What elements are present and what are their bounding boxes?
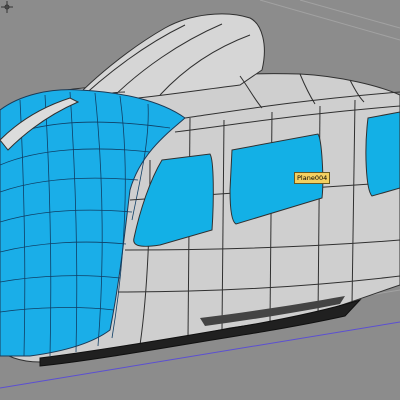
wireframe-model[interactable] <box>0 0 400 400</box>
selected-object-label[interactable]: Plane004 <box>294 172 331 184</box>
side-window-2[interactable] <box>365 111 400 197</box>
3d-viewport[interactable]: Plane004 <box>0 0 400 400</box>
move-gizmo-icon[interactable] <box>0 0 14 14</box>
